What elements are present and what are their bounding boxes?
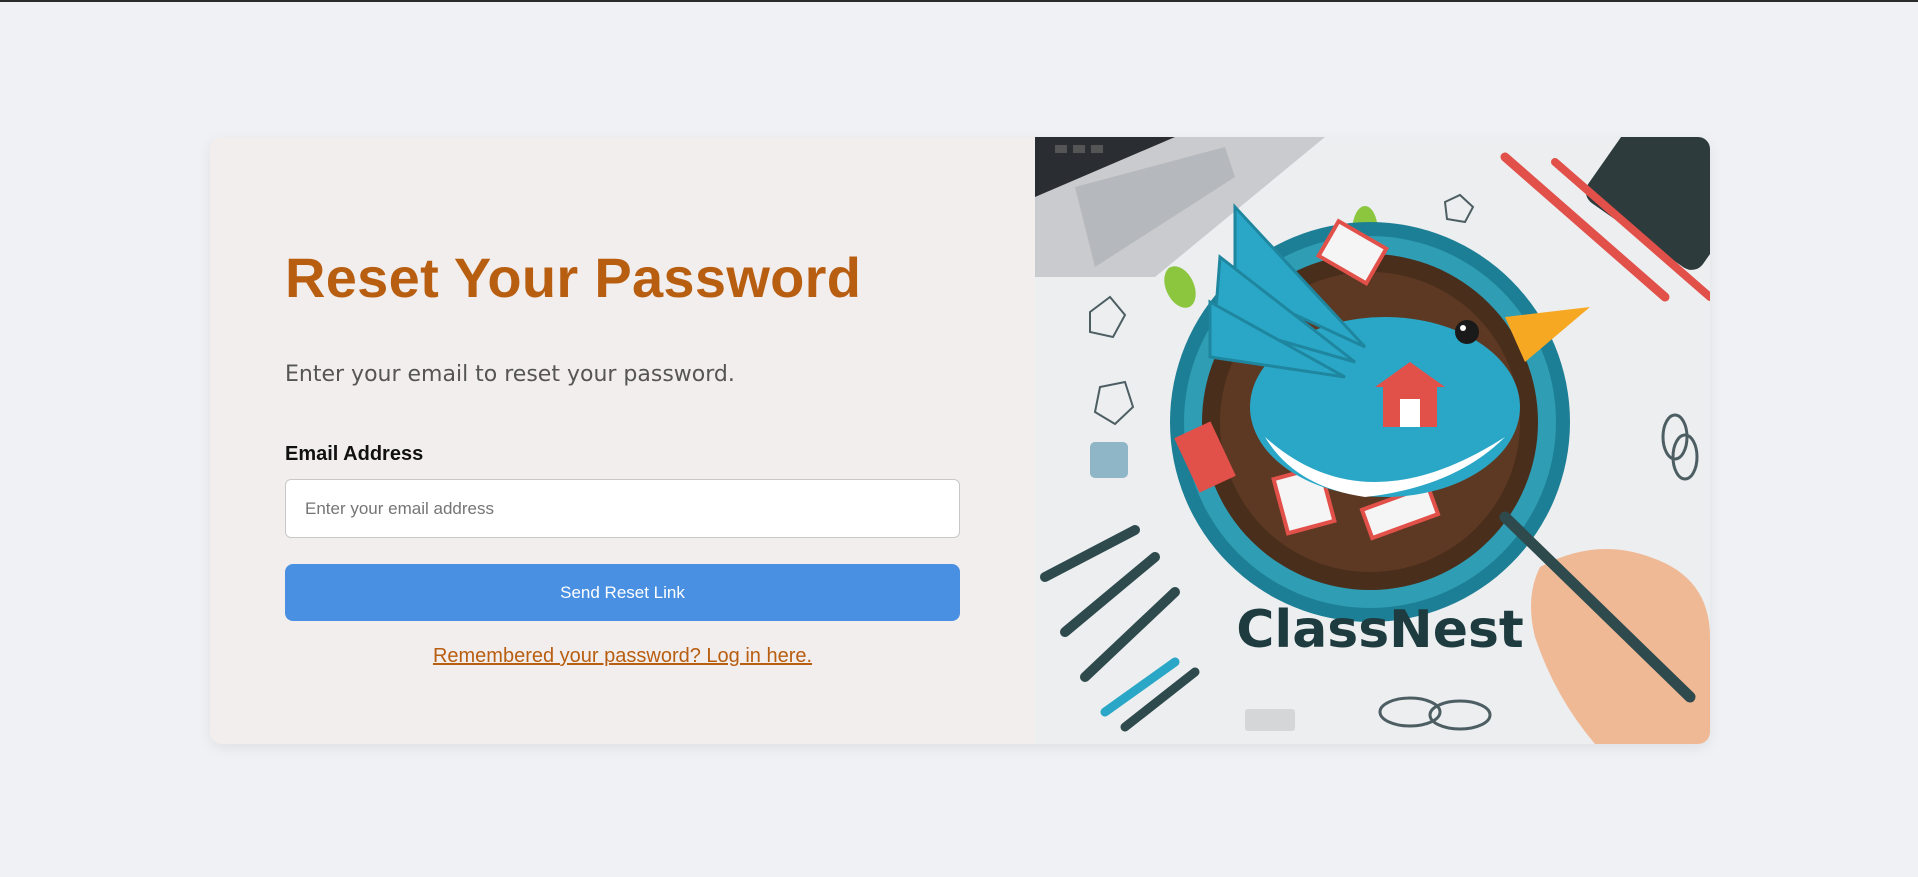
eraser-icon	[1245, 709, 1295, 731]
reset-password-card: Reset Your Password Enter your email to …	[210, 137, 1710, 744]
page-subtitle: Enter your email to reset your password.	[285, 362, 735, 387]
send-reset-link-button[interactable]: Send Reset Link	[285, 564, 960, 621]
block-icon	[1090, 442, 1128, 478]
form-panel: Reset Your Password Enter your email to …	[210, 137, 1035, 744]
classnest-illustration: ClassNest	[1035, 137, 1710, 744]
brand-illustration-panel: ClassNest	[1035, 137, 1710, 744]
logo-text: ClassNest	[1236, 600, 1524, 660]
top-border-line	[0, 0, 1918, 2]
login-link[interactable]: Remembered your password? Log in here.	[285, 645, 960, 668]
page-title: Reset Your Password	[285, 246, 862, 309]
email-label: Email Address	[285, 443, 424, 465]
email-input[interactable]	[285, 479, 960, 538]
